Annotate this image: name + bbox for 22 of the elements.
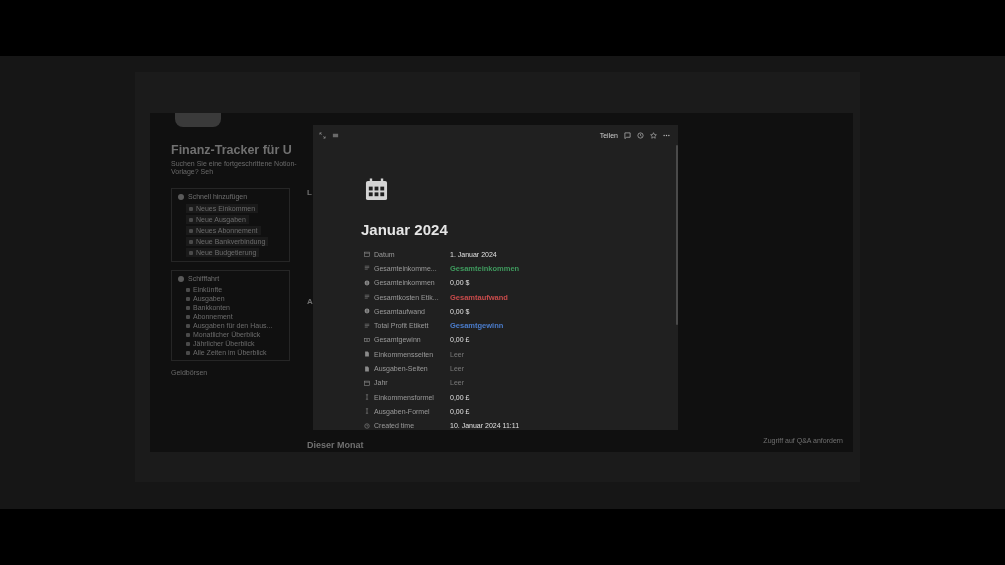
section-heading: L	[307, 188, 313, 198]
page-title: Januar 2024	[361, 221, 449, 238]
text-icon	[364, 294, 370, 301]
logo-icon	[175, 113, 221, 127]
calendar-icon	[365, 178, 388, 201]
text-icon	[364, 322, 370, 329]
expand-icon[interactable]	[319, 131, 326, 139]
calendar-icon	[364, 251, 370, 258]
clock-icon	[364, 422, 370, 429]
number-icon	[364, 279, 370, 286]
section-heading: A	[307, 297, 314, 307]
comment-icon[interactable]	[624, 131, 631, 139]
text-icon	[364, 265, 370, 272]
clock-icon[interactable]	[637, 131, 644, 139]
number-icon	[364, 308, 370, 315]
panel-icon[interactable]	[332, 131, 339, 139]
star-icon[interactable]	[650, 131, 657, 139]
page-title: Finanz-Tracker für U	[171, 143, 293, 157]
section-heading: Dieser Monat	[307, 440, 364, 451]
banknote-icon	[364, 336, 370, 343]
calendar-icon	[364, 379, 370, 386]
scrollbar[interactable]	[676, 145, 678, 325]
